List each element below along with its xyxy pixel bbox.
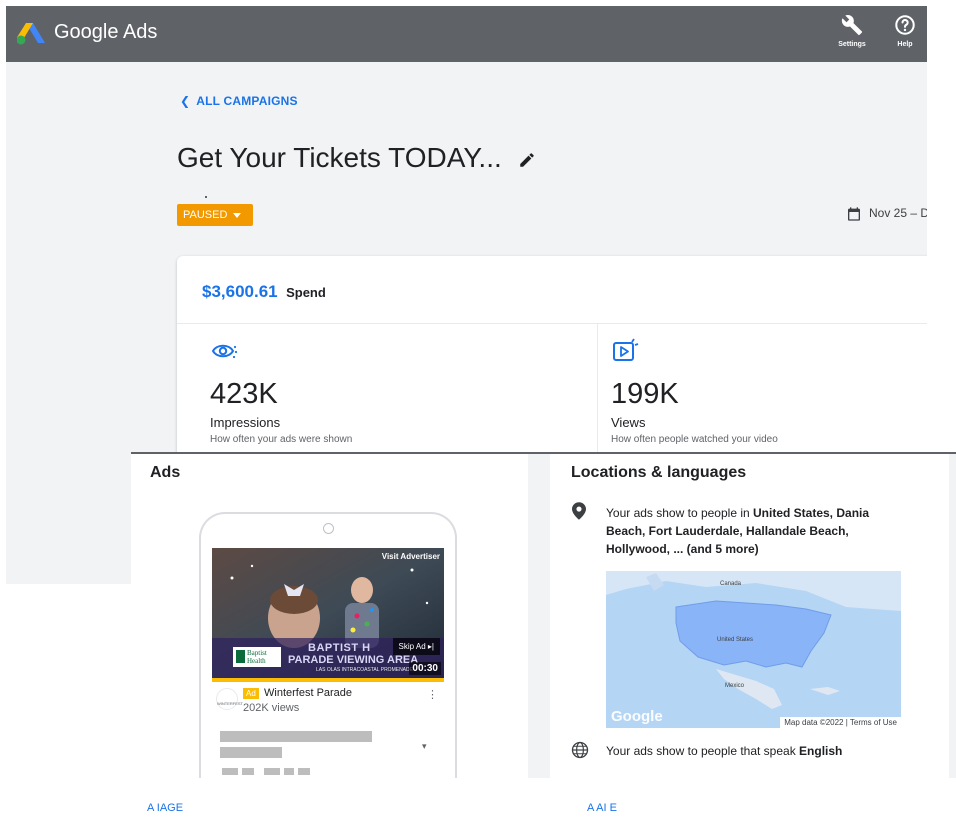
card-footer-strip: A IAGE A AI E (131, 778, 956, 835)
performance-summary-card: $3,600.61 Spend 423K Impressions How oft… (177, 256, 927, 466)
status-dot (205, 196, 207, 198)
date-range-label: Nov 25 – D (869, 206, 927, 221)
map-label-united-states: United States (717, 637, 754, 643)
chevron-down-icon: ▾ (422, 741, 427, 751)
map-attribution[interactable]: Map data ©2022 | Terms of Use (780, 717, 901, 728)
overview-cards-region: Ads Visit Advertiser Baptist Health BAPT… (131, 452, 956, 835)
metric-divider (597, 323, 598, 466)
manage-locations-link[interactable]: A AI E (587, 802, 617, 814)
locations-map[interactable]: Canada United States Mexico Google Map d… (606, 571, 901, 728)
calendar-icon (848, 207, 860, 221)
phone-camera (323, 523, 334, 534)
top-app-bar: Google Ads Settings Help (6, 6, 927, 62)
locations-prefix: Your ads show to people in (606, 506, 753, 520)
placeholder-share (298, 768, 310, 775)
video-ad-preview[interactable]: Visit Advertiser Baptist Health BAPTIST … (212, 548, 444, 678)
google-ads-logo (17, 23, 45, 45)
video-overlay-subtitle: PARADE VIEWING AREA (288, 654, 419, 666)
spend-value: $3,600.61 (202, 282, 278, 301)
washout-overlay (651, 778, 951, 835)
placeholder-bar (242, 768, 254, 775)
video-progress-bar (212, 678, 444, 682)
more-vert-icon[interactable]: ⋮ (427, 688, 438, 701)
baptist-health-logo: Baptist Health (233, 647, 281, 667)
chevron-left-icon: ❮ (180, 94, 191, 108)
spend-label: Spend (286, 285, 326, 300)
status-label: PAUSED (183, 209, 228, 221)
placeholder-like (222, 768, 238, 775)
globe-icon (571, 741, 589, 759)
video-overlay-title: BAPTIST H (308, 642, 371, 654)
pencil-icon[interactable] (518, 151, 536, 169)
map-google-watermark: Google (611, 708, 663, 725)
languages-prefix: Your ads show to people that speak (606, 744, 800, 758)
impressions-metric: 423K Impressions How often your ads were… (210, 338, 570, 445)
visit-advertiser-link[interactable]: Visit Advertiser (382, 552, 440, 561)
campaign-title-row: Get Your Tickets TODAY... (177, 142, 536, 174)
placeholder-dislike (264, 768, 280, 775)
skip-ad-button[interactable]: Skip Ad ▸| (392, 638, 440, 655)
manage-ads-link[interactable]: A IAGE (147, 802, 183, 814)
date-range-picker[interactable]: Nov 25 – D (846, 206, 927, 222)
baptist-health-mark (236, 650, 245, 663)
all-campaigns-label: ALL CAMPAIGNS (196, 94, 298, 108)
video-duration: 00:30 (409, 662, 441, 675)
channel-avatar: WINTERFEST (216, 688, 243, 710)
views-value: 199K (611, 378, 679, 410)
help-label: Help (897, 41, 913, 48)
impressions-label: Impressions (210, 415, 281, 430)
languages-summary: Your ads show to people that speak Engli… (606, 744, 842, 758)
locations-summary: Your ads show to people in United States… (606, 504, 906, 558)
campaign-title: Get Your Tickets TODAY... (177, 142, 502, 173)
help-button[interactable]: Help (885, 14, 925, 48)
video-overlay-caption: LAS OLAS INTRACOASTAL PROMENADE (316, 667, 413, 673)
map-label-mexico: Mexico (725, 683, 745, 689)
locations-card-title: Locations & languages (571, 464, 747, 481)
views-description: How often people watched your video (611, 434, 778, 445)
logo-text-1: Baptist (247, 649, 267, 657)
settings-button[interactable]: Settings (832, 14, 872, 48)
status-dropdown[interactable]: PAUSED (177, 204, 253, 226)
ad-title: Winterfest Parade (264, 687, 353, 699)
map-shapes (606, 571, 901, 709)
logo-text-2: Health (247, 657, 266, 665)
ad-badge: Ad (243, 688, 259, 699)
map-label-canada: Canada (720, 581, 742, 587)
placeholder-bar (284, 768, 294, 775)
location-pin-icon (572, 502, 586, 520)
phone-preview: Visit Advertiser Baptist Health BAPTIST … (199, 512, 457, 812)
settings-label: Settings (838, 41, 866, 48)
eye-icon (211, 344, 238, 359)
ad-info-row: WINTERFEST Ad Winterfest Parade 202K vie… (212, 684, 444, 720)
ad-view-count: 202K views (243, 702, 300, 714)
views-metric: 199K Views How often people watched your… (611, 338, 927, 445)
placeholder-line (220, 731, 372, 742)
ads-card-title: Ads (150, 464, 181, 481)
views-label: Views (611, 415, 646, 430)
help-icon (895, 15, 915, 35)
video-icon (613, 338, 639, 361)
washout-overlay (221, 778, 551, 835)
card-divider (177, 323, 927, 324)
impressions-description: How often your ads were shown (210, 434, 353, 445)
caret-down-icon (233, 212, 242, 218)
wrench-icon (841, 15, 863, 36)
placeholder-line (220, 747, 282, 758)
language-value: English (799, 744, 843, 758)
impressions-value: 423K (210, 378, 278, 410)
all-campaigns-link[interactable]: ❮ ALL CAMPAIGNS (180, 94, 298, 108)
spend-summary: $3,600.61 Spend (202, 282, 326, 302)
brand-name: Google Ads (54, 21, 158, 43)
